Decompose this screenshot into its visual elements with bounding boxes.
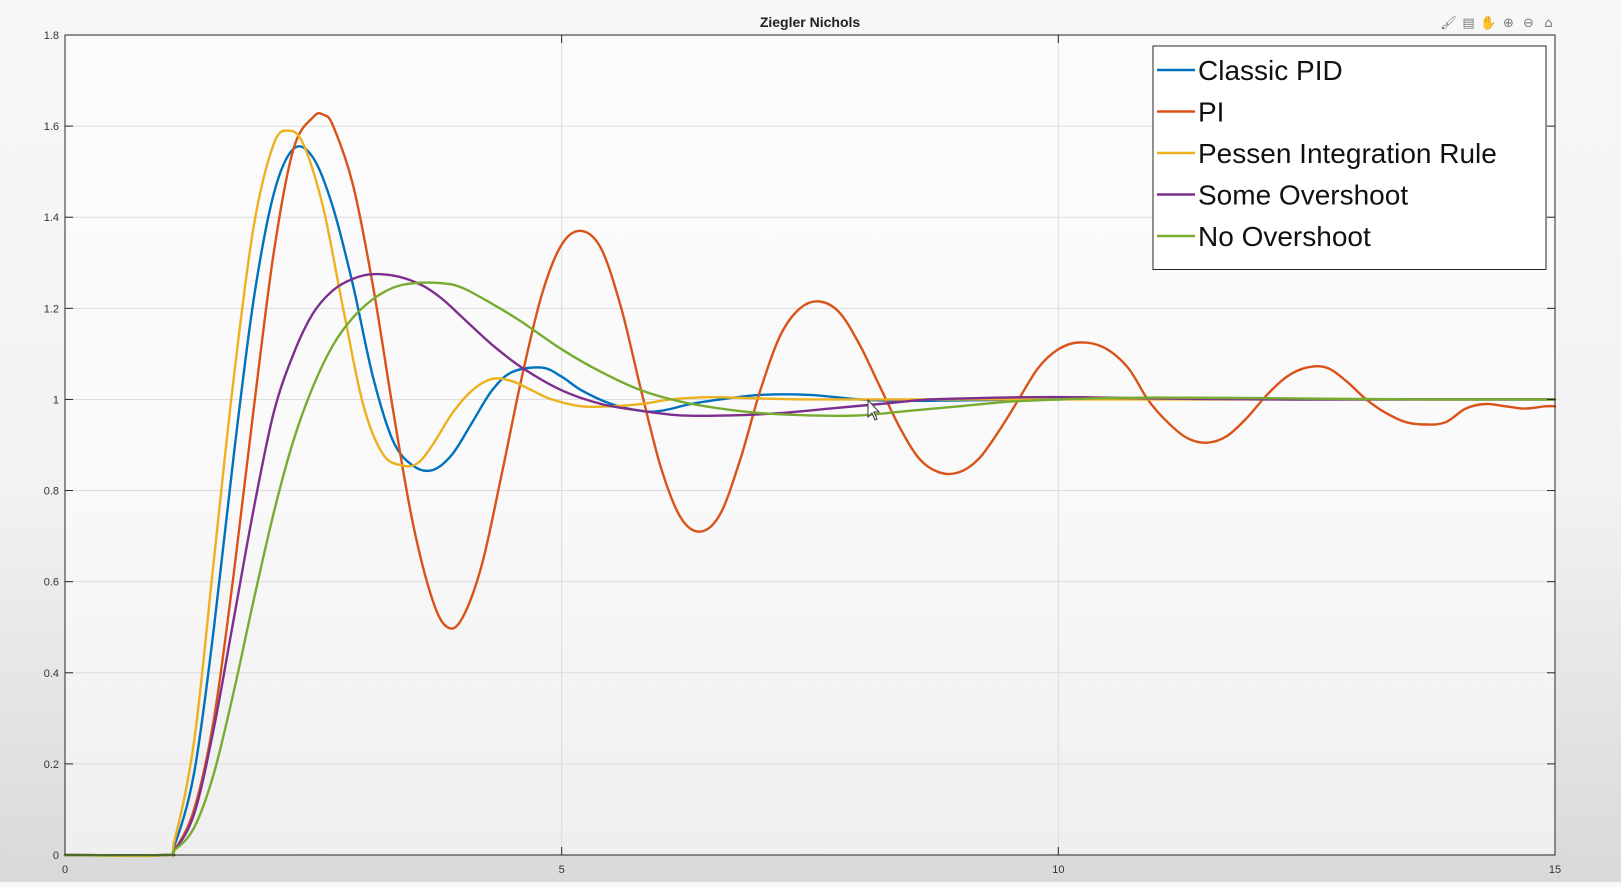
chart-title: Ziegler Nichols [760, 14, 861, 30]
y-tick-label: 1.2 [44, 303, 59, 315]
legend-item[interactable]: Pessen Integration Rule [1157, 138, 1497, 169]
y-tick-label: 0 [53, 850, 59, 862]
x-tick-label: 0 [62, 864, 68, 876]
datatip-icon[interactable]: ▤ [1460, 15, 1477, 32]
y-tick-label: 0.4 [44, 668, 59, 680]
legend-label: PI [1198, 97, 1224, 128]
y-tick-label: 1.8 [44, 30, 59, 42]
pan-icon[interactable]: ✋ [1480, 15, 1497, 32]
y-tick-label: 0.2 [44, 759, 59, 771]
x-tick-label: 5 [559, 864, 565, 876]
y-tick-label: 1.4 [44, 212, 59, 224]
legend-label: Pessen Integration Rule [1198, 138, 1497, 169]
y-tick-label: 1.6 [44, 121, 59, 133]
legend-label: No Overshoot [1198, 221, 1371, 252]
home-icon[interactable]: ⌂ [1540, 15, 1557, 32]
x-tick-label: 10 [1052, 864, 1064, 876]
zoom-out-icon[interactable]: ⊖ [1520, 15, 1537, 32]
zoom-in-icon[interactable]: ⊕ [1500, 15, 1517, 32]
legend-label: Classic PID [1198, 55, 1343, 86]
y-tick-label: 0.6 [44, 577, 59, 589]
brush-icon[interactable]: 🖌 [1440, 15, 1457, 32]
figure-window: 🖌 ▤ ✋ ⊕ ⊖ ⌂ 0 5 10 15 0 0.2 0.4 0.6 0.8 1 1.2 1.4 1.… [0, 0, 1621, 882]
y-tick-label: 1 [53, 394, 59, 406]
line-chart: 0 5 10 15 0 0.2 0.4 0.6 0.8 1 1.2 1.4 1.6 1.8 Ziegler… [44, 14, 1561, 876]
x-tick-label: 15 [1549, 864, 1561, 876]
y-tick-label: 0.8 [44, 486, 59, 498]
legend-label: Some Overshoot [1198, 180, 1408, 211]
axes-toolbar: 🖌 ▤ ✋ ⊕ ⊖ ⌂ [1440, 13, 1557, 33]
legend[interactable]: Classic PID PI Pessen Integration Rule Some… [1152, 45, 1547, 270]
